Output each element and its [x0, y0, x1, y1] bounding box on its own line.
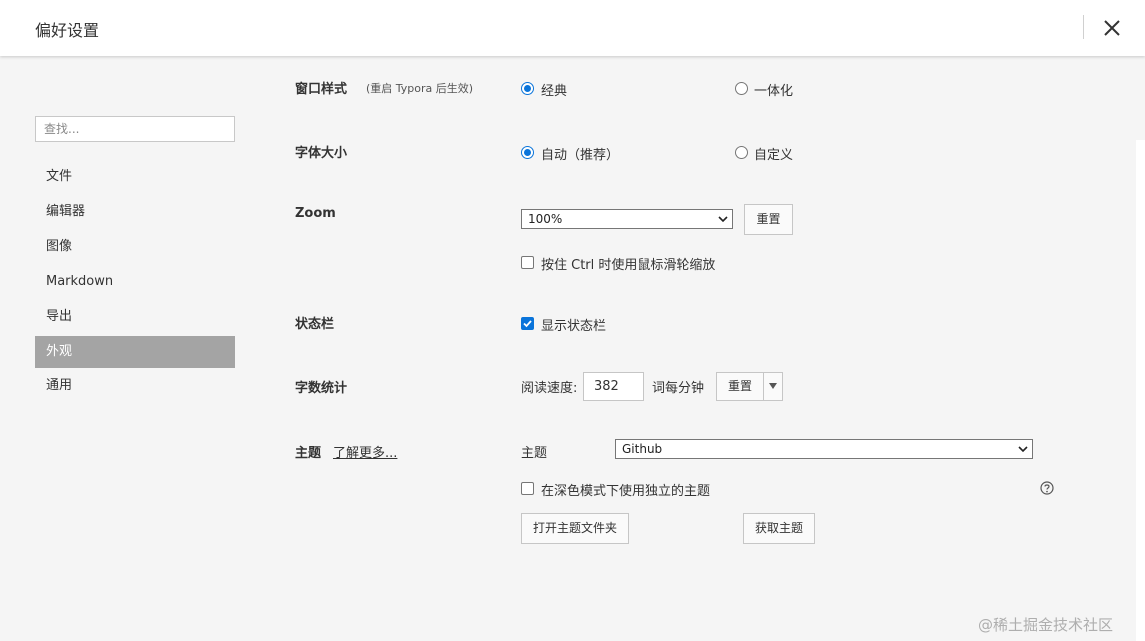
show-status-bar-checkbox[interactable]: [521, 317, 534, 330]
font-size-auto-label: 自动（推荐）: [541, 148, 620, 163]
ctrl-wheel-zoom-label: 按住 Ctrl 时使用鼠标滑轮缩放: [541, 258, 716, 273]
theme-select-label: 主题: [521, 446, 548, 461]
window-style-unified-radio[interactable]: [735, 82, 748, 95]
help-icon: [1040, 481, 1054, 495]
chevron-down-icon: [718, 216, 728, 223]
reading-speed-unit: 词每分钟: [652, 381, 705, 396]
sidebar-item-file[interactable]: 文件: [35, 161, 235, 193]
ctrl-wheel-zoom-checkbox[interactable]: [521, 256, 534, 269]
window-style-classic-radio[interactable]: [521, 82, 534, 95]
status-bar-label: 状态栏: [295, 317, 335, 332]
close-button[interactable]: [1101, 17, 1123, 39]
show-status-bar-label: 显示状态栏: [541, 319, 607, 334]
reading-speed-label: 阅读速度:: [521, 381, 578, 396]
title-separator: [1083, 15, 1084, 39]
reading-speed-input[interactable]: 382: [583, 372, 644, 401]
get-themes-button[interactable]: 获取主题: [743, 513, 815, 544]
window-style-classic-label: 经典: [541, 84, 568, 99]
font-size-label: 字体大小: [295, 146, 348, 161]
window-style-unified-label: 一体化: [754, 84, 794, 99]
triangle-down-icon: [769, 383, 777, 389]
font-size-custom-radio[interactable]: [735, 146, 748, 159]
dark-mode-theme-label: 在深色模式下使用独立的主题: [541, 484, 711, 499]
sidebar-item-export[interactable]: 导出: [35, 301, 235, 333]
scrollbar[interactable]: [1136, 140, 1145, 641]
font-size-custom-label: 自定义: [754, 148, 794, 163]
zoom-reset-button[interactable]: 重置: [744, 204, 793, 235]
check-icon: [523, 320, 532, 328]
open-theme-folder-button[interactable]: 打开主题文件夹: [521, 513, 629, 544]
close-icon: [1104, 20, 1120, 36]
reading-speed-reset-button[interactable]: 重置: [716, 372, 764, 401]
reading-speed-dropdown-button[interactable]: [763, 372, 783, 401]
sidebar-item-editor[interactable]: 编辑器: [35, 196, 235, 228]
search-input[interactable]: [35, 116, 235, 142]
zoom-select[interactable]: 100%: [521, 209, 733, 229]
sidebar-item-appearance[interactable]: 外观: [35, 336, 235, 368]
help-button[interactable]: [1040, 480, 1054, 495]
zoom-label: Zoom: [295, 206, 336, 221]
title-bar: 偏好设置: [0, 0, 1145, 56]
chevron-down-icon: [1018, 446, 1028, 453]
theme-learn-more-link[interactable]: 了解更多...: [333, 442, 397, 461]
theme-label: 主题: [295, 446, 322, 461]
word-count-label: 字数统计: [295, 381, 348, 396]
sidebar-item-markdown[interactable]: Markdown: [35, 266, 235, 298]
sidebar-item-image[interactable]: 图像: [35, 231, 235, 263]
window-style-hint: (重启 Typora 后生效): [366, 82, 474, 95]
font-size-auto-radio[interactable]: [521, 146, 534, 159]
window-style-label: 窗口样式: [295, 82, 348, 97]
watermark: @稀土掘金技术社区: [978, 616, 1114, 634]
zoom-select-value: 100%: [528, 212, 563, 226]
window-title: 偏好设置: [35, 21, 100, 40]
theme-select[interactable]: Github: [615, 439, 1033, 459]
sidebar-item-general[interactable]: 通用: [35, 370, 235, 402]
theme-select-value: Github: [622, 442, 663, 456]
dark-mode-theme-checkbox[interactable]: [521, 482, 534, 495]
